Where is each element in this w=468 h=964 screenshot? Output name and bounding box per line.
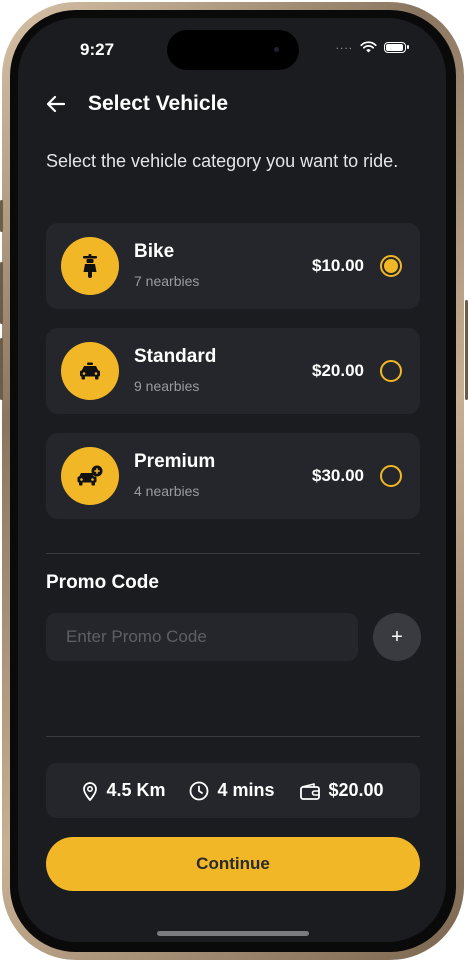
vehicle-price: $30.00: [312, 466, 364, 485]
fare-summary: $20.00: [299, 780, 384, 801]
promo-code-input[interactable]: [46, 613, 358, 661]
clock-icon: [190, 781, 209, 800]
wallet-icon: [299, 782, 320, 800]
dynamic-island: [167, 30, 299, 70]
car-icon: [80, 362, 100, 380]
radio-selected[interactable]: [380, 255, 402, 277]
vehicle-icon-circle: [61, 342, 119, 400]
vehicle-icon-circle: [61, 447, 119, 505]
volume-up-button: [0, 262, 3, 324]
continue-button[interactable]: Continue: [46, 837, 420, 891]
scooter-icon: [83, 254, 97, 278]
plus-icon: +: [391, 625, 403, 648]
battery-icon: [384, 41, 409, 53]
promo-code-label: Promo Code: [46, 572, 159, 593]
location-pin-icon: [83, 781, 98, 801]
divider: [46, 553, 420, 554]
page-title: Select Vehicle: [88, 92, 229, 115]
vehicle-option-standard[interactable]: Standard 9 nearbies $20.00: [46, 328, 420, 414]
radio-unselected[interactable]: [380, 465, 402, 487]
distance-summary: 4.5 Km: [82, 780, 165, 801]
trip-summary: 4.5 Km 4 mins $20.00: [46, 763, 420, 818]
app-screen: 9:27 .... Select Vehicle Select the vehi…: [18, 18, 446, 942]
action-button: [0, 200, 3, 232]
home-indicator[interactable]: [157, 931, 309, 936]
duration-summary: 4 mins: [189, 780, 275, 801]
arrow-left-icon: [46, 95, 66, 113]
vehicle-nearby: 7 nearbies: [134, 273, 200, 289]
wifi-icon: [360, 41, 377, 53]
volume-down-button: [0, 338, 3, 400]
page-subtitle: Select the vehicle category you want to …: [46, 151, 399, 171]
vehicle-price: $10.00: [312, 256, 364, 275]
vehicle-option-premium[interactable]: Premium 4 nearbies $30.00: [46, 433, 420, 519]
vehicle-nearby: 9 nearbies: [134, 378, 200, 394]
distance-value: 4.5 Km: [106, 780, 166, 800]
header: Select Vehicle: [46, 92, 228, 116]
status-icons: ....: [335, 38, 409, 53]
vehicle-price: $20.00: [312, 361, 364, 380]
vehicle-name: Standard: [134, 346, 217, 367]
back-button[interactable]: [46, 94, 66, 114]
vehicle-option-bike[interactable]: Bike 7 nearbies $10.00: [46, 223, 420, 309]
vehicle-nearby: 4 nearbies: [134, 483, 200, 499]
vehicle-icon-circle: [61, 237, 119, 295]
fare-value: $20.00: [328, 780, 384, 800]
premium-car-icon: [77, 465, 103, 486]
radio-unselected[interactable]: [380, 360, 402, 382]
add-promo-button[interactable]: +: [373, 613, 421, 661]
continue-label: Continue: [196, 854, 270, 873]
vehicle-name: Bike: [134, 241, 175, 262]
duration-value: 4 mins: [217, 780, 275, 800]
signal-icon: ....: [335, 38, 353, 52]
vehicle-name: Premium: [134, 451, 216, 472]
status-time: 9:27: [80, 40, 115, 59]
divider: [46, 736, 420, 737]
